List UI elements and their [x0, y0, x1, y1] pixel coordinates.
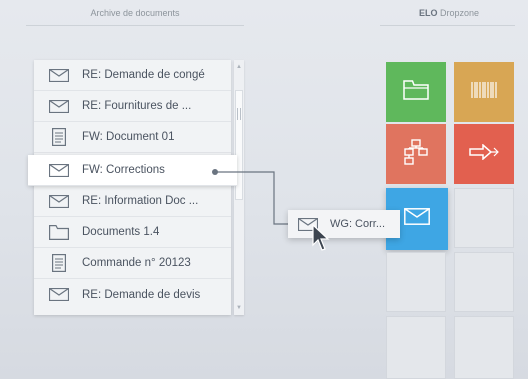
- scroll-up-icon[interactable]: ▲: [236, 64, 242, 70]
- list-item[interactable]: RE: Fournitures de ...: [34, 91, 231, 122]
- list-item-label: FW: Document 01: [82, 131, 175, 143]
- barcode-tile[interactable]: [454, 62, 514, 122]
- mail-icon: [48, 162, 70, 178]
- empty-tile[interactable]: [386, 252, 446, 312]
- list-item-label: FW: Corrections: [82, 164, 165, 176]
- dropzone-header: ELO Dropzone: [383, 8, 515, 18]
- dropzone-title: Dropzone: [440, 8, 480, 18]
- document-icon: [48, 254, 70, 272]
- list-item[interactable]: RE: Demande de congé: [34, 60, 231, 91]
- workflow-icon: [404, 138, 428, 170]
- list-item[interactable]: RE: Demande de devis: [34, 279, 231, 310]
- list-item-label: Documents 1.4: [82, 226, 160, 238]
- forward-arrow-icon: [469, 142, 499, 165]
- list-item-label: RE: Demande de devis: [82, 288, 201, 301]
- mouse-cursor-icon: [312, 223, 330, 257]
- empty-tile[interactable]: [454, 252, 514, 312]
- scroll-grip-icon: [237, 108, 241, 120]
- document-icon: [48, 128, 70, 146]
- barcode-icon: [471, 81, 497, 103]
- mail-icon: [48, 287, 70, 303]
- header-divider-left: [26, 25, 244, 26]
- scrollbar[interactable]: ▲ ▼: [234, 60, 244, 315]
- forward-tile[interactable]: [454, 124, 514, 184]
- mail-icon: [48, 67, 70, 83]
- mail-icon: [48, 193, 70, 209]
- folder-icon: [403, 79, 429, 105]
- list-item[interactable]: FW: Document 01: [34, 122, 231, 153]
- mail-icon: [48, 98, 70, 114]
- header-divider-right: [380, 25, 515, 26]
- mail-icon: [404, 208, 430, 230]
- list-item[interactable]: RE: Information Doc ...: [34, 186, 231, 217]
- list-item-label: RE: Fournitures de ...: [82, 100, 192, 112]
- scroll-down-icon[interactable]: ▼: [236, 305, 242, 311]
- list-item-label: RE: Information Doc ...: [82, 195, 199, 207]
- folder-icon: [48, 224, 70, 240]
- folder-tile[interactable]: [386, 62, 446, 122]
- empty-tile[interactable]: [454, 188, 514, 248]
- workflow-tile[interactable]: [386, 124, 446, 184]
- elo-brand: ELO: [418, 8, 438, 18]
- list-item-selected[interactable]: FW: Corrections: [28, 155, 237, 186]
- list-item-label: Commande n° 20123: [82, 257, 191, 269]
- list-item-label: RE: Demande de congé: [82, 69, 205, 81]
- list-item[interactable]: Documents 1.4: [34, 217, 231, 248]
- drag-ghost-label: WG: Corr...: [330, 218, 385, 230]
- drag-ghost[interactable]: WG: Corr...: [288, 210, 400, 238]
- document-list: RE: Demande de congé RE: Fournitures de …: [28, 60, 237, 315]
- empty-tile[interactable]: [386, 316, 446, 379]
- list-item[interactable]: Commande n° 20123: [34, 248, 231, 279]
- archive-header: Archive de documents: [90, 8, 180, 18]
- empty-tile[interactable]: [454, 316, 514, 379]
